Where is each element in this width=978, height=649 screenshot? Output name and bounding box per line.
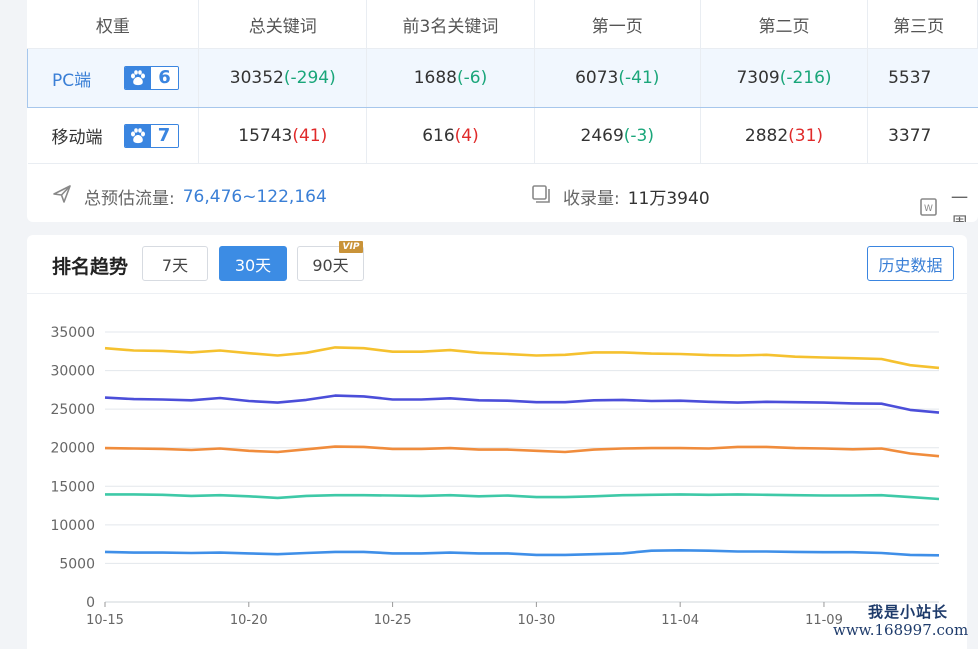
keyword-card: 权重 总关键词 前3名关键词 第一页 第二页 第三页 PC端 6 30352(-… [27,0,978,222]
page3-value: 5537 [888,68,932,88]
range-90d-button[interactable]: 90天 VIP [297,241,364,281]
y-tick-label: 25000 [50,402,95,418]
col-total-keywords: 总关键词 [198,0,368,49]
table-row-pc[interactable]: PC端 6 30352(-294) 1688(-6) 6073(-41) 730… [27,48,978,108]
weight-badge: 7 [123,123,179,148]
trend-title: 排名趋势 [52,256,129,278]
page3-value: 3377 [888,125,932,146]
top3-value: 616 [422,125,455,146]
top3-value: 1688 [413,68,457,88]
cell-total: 30352(-294) [198,48,368,108]
baidu-paw-icon [124,124,151,147]
index-label: 收录量: [563,189,620,209]
watermark-url: www.168997.com [833,621,969,639]
col-top3-keywords: 前3名关键词 [366,0,535,49]
range-30d-button[interactable]: 30天 [219,246,287,281]
x-tick-label: 10-25 [374,613,412,628]
trend-header: 排名趋势 7天 30天 90天 VIP 历史数据 [27,235,967,294]
keyword-table: 权重 总关键词 前3名关键词 第一页 第二页 第三页 PC端 6 30352(-… [27,0,978,164]
cell-page3: 3377 [867,107,978,164]
cell-page1: 6073(-41) [534,48,701,108]
x-tick-label: 10-30 [517,613,555,628]
series-line-5[interactable] [104,549,940,557]
cell-page3: 5537 [867,48,978,108]
index-value: 11万3940 [627,189,710,209]
weight-value: 6 [151,67,178,89]
y-tick-label: 10000 [50,518,95,534]
range-7d-button[interactable]: 7天 [142,246,208,281]
copy-icon [531,184,551,209]
series-line-2[interactable] [104,394,940,414]
cell-total: 15743(41) [198,107,368,164]
col-weight: 权重 [27,0,200,49]
y-tick-label: 30000 [50,364,95,380]
page1-value: 6073 [575,68,619,88]
ranking-trend-card: 排名趋势 7天 30天 90天 VIP 历史数据 0 5000 10000 15000… [27,235,967,649]
cell-top3: 1688(-6) [366,48,535,108]
index-summary: 收录量: 11万3940 [531,184,710,209]
page1-delta: (-3) [623,125,654,146]
week-label: 一周 [951,189,968,222]
weight-value: 7 [150,124,178,147]
ranking-line-chart: 0 5000 10000 15000 20000 25000 30000 35000 10-1… [50,325,940,628]
col-page1: 第一页 [534,0,701,49]
x-tick-label: 10-15 [86,613,124,628]
series-line-1[interactable] [104,346,940,370]
week-summary: W 一周 [919,184,978,222]
total-delta: (-294) [283,68,336,88]
x-tick-label: 10-20 [230,613,268,628]
cell-page2: 2882(31) [700,107,869,164]
top3-delta: (-6) [456,68,488,88]
watermark-title: 我是小站长 [868,603,949,621]
word-doc-icon: W [919,197,939,222]
total-delta: (41) [292,125,328,146]
table-header-row: 权重 总关键词 前3名关键词 第一页 第二页 第三页 [27,0,978,49]
top3-delta: (4) [454,125,479,146]
page1-value: 2469 [580,125,624,146]
platform-label[interactable]: 移动端 [52,123,122,148]
x-tick-label: 11-04 [661,613,699,628]
y-tick-label: 5000 [59,556,95,572]
col-page3: 第三页 [867,0,978,49]
page2-value: 7309 [736,68,780,88]
page2-value: 2882 [744,125,789,146]
table-row-mobile[interactable]: 移动端 7 15743(41) 616(4) 2469(-3) 2882(31)… [27,107,978,164]
col-page2: 第二页 [700,0,869,49]
cell-page1: 2469(-3) [534,107,701,164]
range-90d-label: 90天 [312,255,349,275]
cell-top3: 616(4) [366,107,535,164]
y-tick-label: 35000 [50,325,95,341]
baidu-paw-icon [125,67,151,89]
traffic-value: 76,476~122,164 [182,186,327,207]
total-value: 15743 [238,125,293,146]
series-line-4[interactable] [105,493,940,501]
y-tick-label: 20000 [50,441,95,457]
traffic-label: 总预估流量: [84,189,175,209]
svg-text:W: W [924,204,933,214]
cell-page2: 7309(-216) [700,48,869,108]
vip-badge: VIP [339,241,363,253]
platform-label[interactable]: PC端 [52,66,122,91]
page2-delta: (31) [788,125,824,146]
page2-delta: (-216) [779,68,832,88]
traffic-summary: 总预估流量: 76,476~122,164 [52,184,327,209]
y-tick-label: 0 [86,595,95,611]
weight-badge: 6 [124,66,179,90]
page1-delta: (-41) [618,68,660,88]
y-tick-label: 15000 [50,479,95,495]
send-icon [52,184,72,209]
summary-row: 总预估流量: 76,476~122,164 收录量: 11万3940 W 一周 [27,166,978,222]
history-data-button[interactable]: 历史数据 [867,246,954,281]
total-value: 30352 [229,68,284,88]
